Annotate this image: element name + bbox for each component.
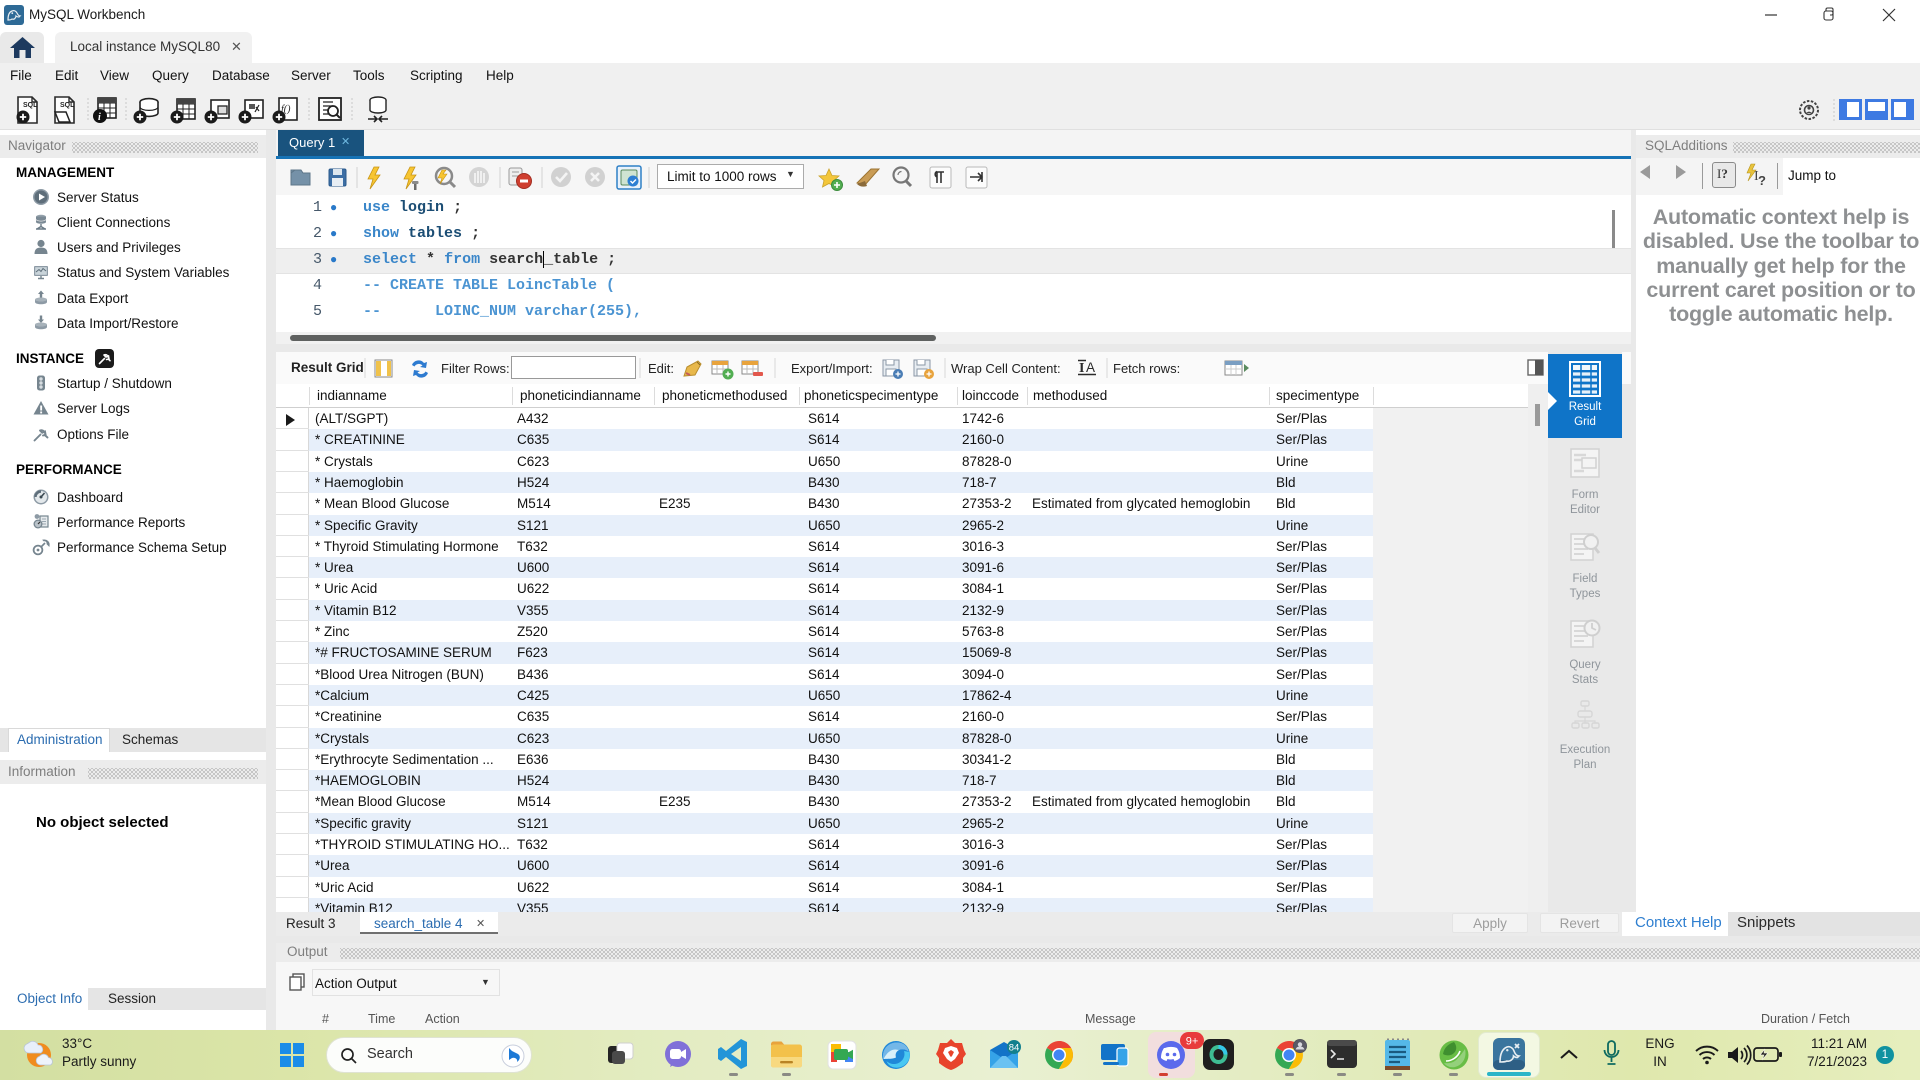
svg-text:I: I (1079, 361, 1084, 376)
svg-text:A: A (1086, 360, 1095, 375)
svg-text:i: i (98, 112, 101, 123)
svg-text:9+: 9+ (1186, 1036, 1199, 1048)
svg-text:SQL: SQL (23, 102, 38, 109)
svg-text:?: ? (1758, 173, 1766, 188)
svg-text:SQL: SQL (60, 102, 75, 109)
svg-text:84: 84 (1009, 1043, 1020, 1054)
